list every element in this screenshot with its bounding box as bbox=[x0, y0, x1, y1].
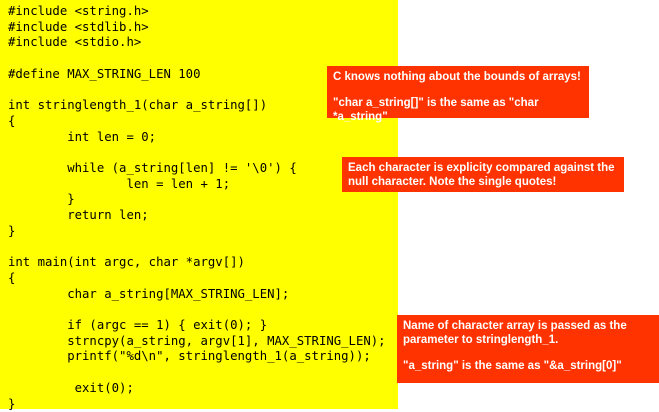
code-line: int stringlength_1(char a_string[]) bbox=[8, 98, 268, 113]
callout-array-bounds-line1: C knows nothing about the bounds of arra… bbox=[333, 71, 581, 83]
callout-null-character-text: Each character is explicity compared aga… bbox=[348, 162, 615, 188]
callout-array-parameter-line1: Name of character array is passed as the… bbox=[403, 320, 627, 346]
callout-array-bounds: C knows nothing about the bounds of arra… bbox=[327, 66, 589, 123]
code-line: #include <stdio.h> bbox=[8, 35, 142, 50]
code-line: #include <string.h> bbox=[8, 4, 149, 18]
code-line: { bbox=[8, 270, 16, 285]
code-line: #include <stdlib.h> bbox=[8, 19, 149, 34]
code-line: if (argc == 1) { exit(0); } bbox=[8, 318, 268, 333]
callout-array-parameter-line2: "a_string" is the same as "&a_string[0]" bbox=[403, 360, 622, 372]
code-line: { bbox=[8, 113, 16, 128]
code-line: printf("%d\n", stringlength_1(a_string))… bbox=[8, 349, 371, 364]
code-line: return len; bbox=[8, 208, 149, 223]
callout-array-parameter: Name of character array is passed as the… bbox=[397, 315, 659, 383]
code-line: len = len + 1; bbox=[8, 176, 231, 191]
code-line: exit(0); bbox=[8, 380, 134, 395]
code-line: } bbox=[8, 223, 16, 238]
callout-null-character: Each character is explicity compared aga… bbox=[342, 157, 624, 192]
code-panel: #include <string.h> #include <stdlib.h> … bbox=[0, 0, 398, 411]
code-line: int len = 0; bbox=[8, 129, 157, 144]
code-line: #define MAX_STRING_LEN 100 bbox=[8, 66, 201, 81]
code-line: strncpy(a_string, argv[1], MAX_STRING_LE… bbox=[8, 333, 386, 348]
callout-array-bounds-line2: "char a_string[]" is the same as "char *… bbox=[333, 97, 539, 123]
code-line: int main(int argc, char *argv[]) bbox=[8, 255, 245, 270]
code-line: char a_string[MAX_STRING_LEN]; bbox=[8, 286, 290, 301]
code-line: } bbox=[8, 192, 75, 207]
code-line: while (a_string[len] != '\0') { bbox=[8, 161, 297, 176]
code-line: } bbox=[8, 396, 16, 411]
